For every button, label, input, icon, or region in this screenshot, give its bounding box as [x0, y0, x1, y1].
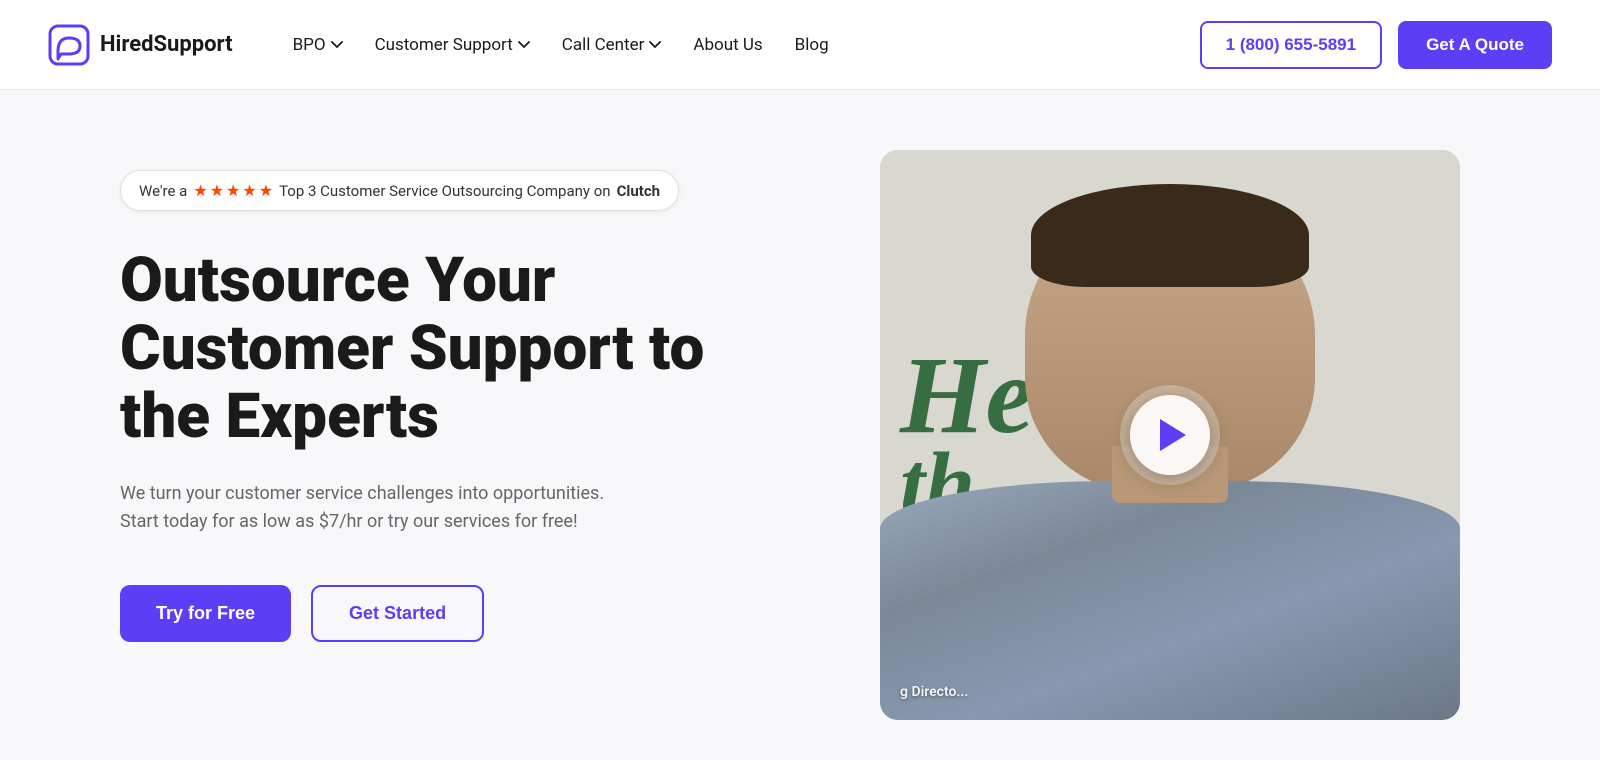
hero-section: We're a ★ ★ ★ ★ ★ Top 3 Customer Service… — [0, 90, 1600, 760]
video-caption: g Directo... — [900, 684, 968, 700]
logo[interactable]: HiredSupport — [48, 24, 233, 66]
phone-button[interactable]: 1 (800) 655-5891 — [1200, 21, 1382, 69]
star-rating: ★ ★ ★ ★ ★ — [193, 181, 273, 200]
nav-menu: BPO Customer Support — [281, 27, 841, 63]
person-hair — [1031, 184, 1309, 287]
get-started-button[interactable]: Get Started — [311, 585, 484, 642]
chevron-down-icon — [331, 39, 343, 51]
badge-suffix-bold: Clutch — [617, 182, 660, 200]
chevron-down-icon-3 — [649, 39, 661, 51]
logo-icon — [48, 24, 90, 66]
nav-item-bpo[interactable]: BPO — [281, 27, 355, 63]
navbar: HiredSupport BPO Customer Support — [0, 0, 1600, 90]
hero-content: We're a ★ ★ ★ ★ ★ Top 3 Customer Service… — [120, 150, 800, 642]
nav-link-customer-support[interactable]: Customer Support — [363, 27, 542, 63]
hero-subtitle: We turn your customer service challenges… — [120, 480, 640, 538]
nav-item-customer-support[interactable]: Customer Support — [363, 27, 542, 63]
badge-prefix: We're a — [139, 182, 187, 200]
logo-text: HiredSupport — [100, 32, 233, 57]
play-icon — [1160, 419, 1186, 451]
get-quote-button[interactable]: Get A Quote — [1398, 21, 1552, 69]
clutch-badge: We're a ★ ★ ★ ★ ★ Top 3 Customer Service… — [120, 170, 679, 211]
hero-title: Outsource Your Customer Support to the E… — [120, 247, 800, 452]
nav-right: 1 (800) 655-5891 Get A Quote — [1200, 21, 1552, 69]
nav-link-about-us[interactable]: About Us — [681, 27, 774, 63]
nav-item-call-center[interactable]: Call Center — [550, 27, 674, 63]
badge-suffix-plain: Top 3 Customer Service Outsourcing Compa… — [279, 182, 611, 200]
star-5: ★ — [259, 181, 273, 200]
star-2: ★ — [210, 181, 224, 200]
nav-link-call-center[interactable]: Call Center — [550, 27, 674, 63]
star-1: ★ — [193, 181, 207, 200]
star-3: ★ — [226, 181, 240, 200]
hero-buttons: Try for Free Get Started — [120, 585, 800, 642]
nav-link-bpo[interactable]: BPO — [281, 27, 355, 63]
nav-link-blog[interactable]: Blog — [783, 27, 841, 63]
nav-item-blog[interactable]: Blog — [783, 27, 841, 63]
chevron-down-icon-2 — [518, 39, 530, 51]
play-button[interactable] — [1130, 395, 1210, 475]
nav-item-about-us[interactable]: About Us — [681, 27, 774, 63]
hero-video: Heal th g Directo... — [880, 150, 1460, 720]
star-4: ★ — [242, 181, 256, 200]
try-for-free-button[interactable]: Try for Free — [120, 585, 291, 642]
